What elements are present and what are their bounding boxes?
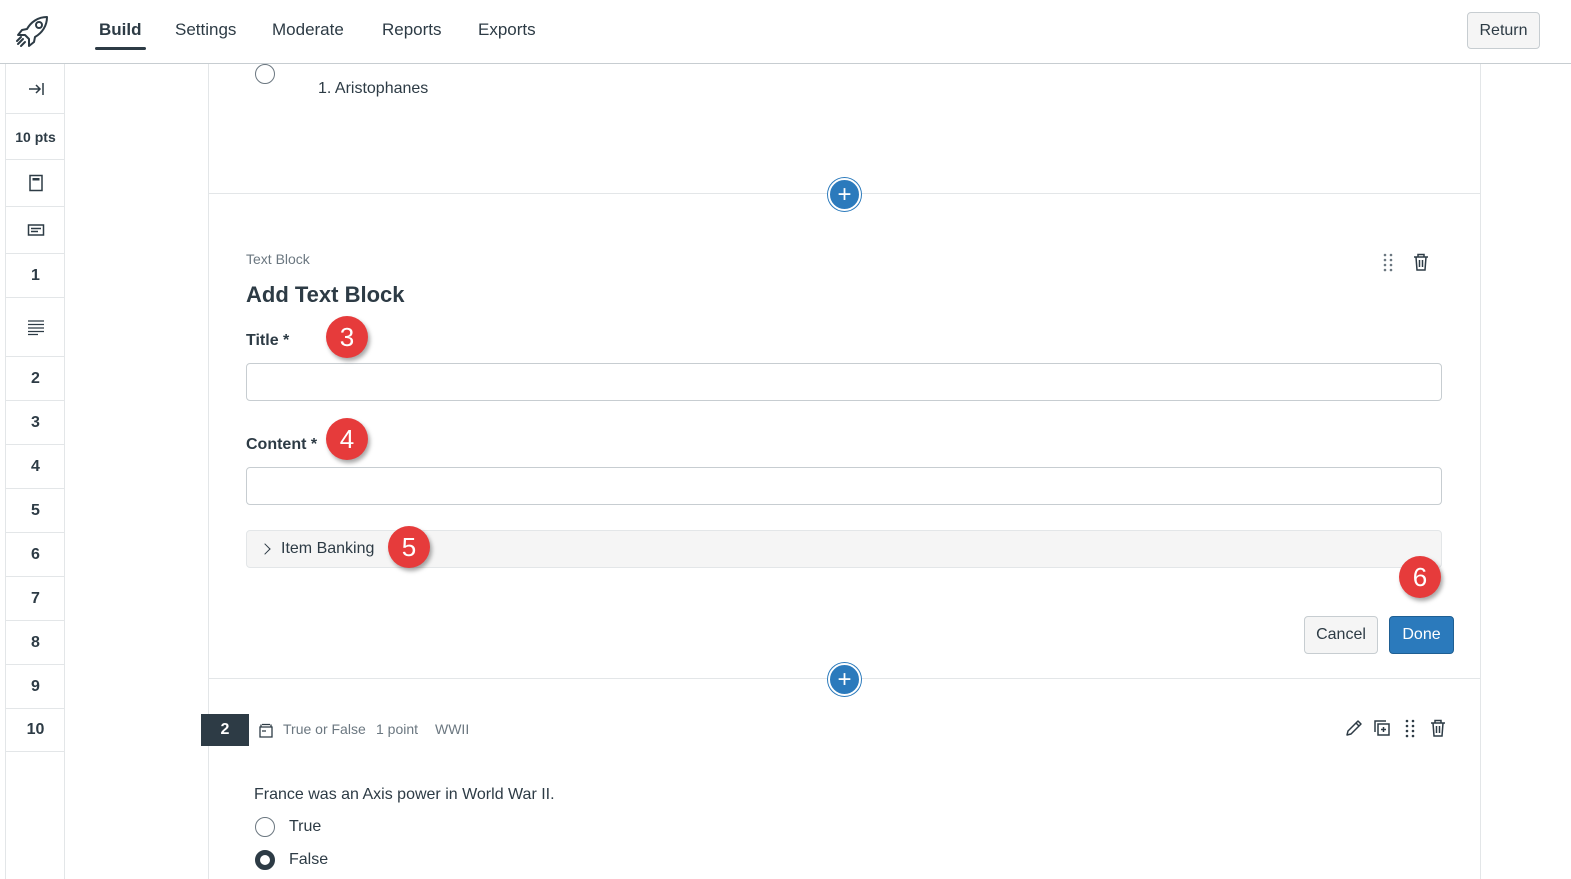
question-points: 1 point <box>376 721 419 737</box>
text-block-heading: Add Text Block <box>246 282 405 307</box>
tab-settings[interactable]: Settings <box>175 20 236 48</box>
callout-badge-6: 6 <box>1399 556 1441 598</box>
answer-label-true: True <box>289 818 322 835</box>
title-input[interactable] <box>246 363 1442 401</box>
rail-item-quiz-card[interactable] <box>6 160 65 207</box>
paragraph-lines-icon <box>27 320 44 336</box>
question-prompt: France was an Axis power in World War II… <box>254 786 555 803</box>
trash-icon[interactable] <box>1411 252 1431 272</box>
return-button[interactable]: Return <box>1467 12 1540 49</box>
plus-icon: + <box>837 665 852 693</box>
add-item-button[interactable]: + <box>828 178 861 211</box>
quiz-build-area: 1. Aristophanes + Text Block Add Text Bl… <box>208 64 1481 879</box>
rail-item-question-1[interactable]: 1 <box>6 254 65 298</box>
rail-item-text-block[interactable] <box>6 207 65 254</box>
rail-item-question-3[interactable]: 3 <box>6 401 65 445</box>
cancel-button[interactable]: Cancel <box>1304 616 1378 654</box>
chevron-right-icon <box>259 543 271 555</box>
answer-label: 1. Aristophanes <box>318 80 429 97</box>
callout-badge-3: 3 <box>326 316 368 358</box>
rail-item-question-2[interactable]: 2 <box>6 357 65 401</box>
done-button[interactable]: Done <box>1389 616 1454 654</box>
callout-badge-4: 4 <box>326 418 368 460</box>
rail-item-question-8[interactable]: 8 <box>6 621 65 665</box>
answer-radio-false[interactable] <box>255 850 275 870</box>
tab-moderate[interactable]: Moderate <box>272 20 344 48</box>
item-type-label: Text Block <box>246 251 310 267</box>
question-navigation-rail: 10 pts 1 2 3 4 5 6 7 8 9 10 <box>5 64 65 879</box>
answer-radio[interactable] <box>255 64 275 84</box>
content-input[interactable] <box>246 467 1442 505</box>
rail-item-question-9[interactable]: 9 <box>6 665 65 709</box>
answer-label-false: False <box>289 851 329 868</box>
text-block-icon <box>27 224 44 236</box>
plus-icon: + <box>837 180 852 208</box>
duplicate-icon[interactable] <box>1372 718 1392 738</box>
tab-reports[interactable]: Reports <box>382 20 442 48</box>
rail-item-stimulus[interactable] <box>6 298 65 357</box>
content-label: Content * <box>246 436 318 453</box>
drag-handle-icon[interactable] <box>1404 718 1416 738</box>
add-item-button[interactable]: + <box>828 663 861 696</box>
answer-radio-true[interactable] <box>255 817 275 837</box>
drag-handle-icon[interactable] <box>1382 252 1394 272</box>
tab-build[interactable]: Build <box>95 20 145 50</box>
item-bank-icon <box>259 723 273 738</box>
rail-item-question-4[interactable]: 4 <box>6 445 65 489</box>
collapse-rail-button[interactable] <box>6 64 65 114</box>
rail-item-question-10[interactable]: 10 <box>6 709 65 752</box>
document-icon <box>28 174 43 192</box>
rail-item-question-6[interactable]: 6 <box>6 533 65 577</box>
question-tag: WWII <box>435 721 470 737</box>
question-number-badge: 2 <box>201 714 249 746</box>
tab-exports[interactable]: Exports <box>478 20 536 48</box>
top-navigation: Build Settings Moderate Reports Exports … <box>0 0 1571 64</box>
title-label: Title * <box>246 332 290 349</box>
question-type: True or False <box>283 721 366 737</box>
rail-item-question-5[interactable]: 5 <box>6 489 65 533</box>
item-banking-label: Item Banking <box>281 540 375 557</box>
pencil-icon[interactable] <box>1344 718 1364 738</box>
collapse-arrow-icon <box>28 82 44 95</box>
rail-item-question-7[interactable]: 7 <box>6 577 65 621</box>
callout-badge-5: 5 <box>388 526 430 568</box>
rocket-icon[interactable] <box>14 12 52 50</box>
trash-icon[interactable] <box>1428 718 1448 738</box>
total-points: 10 pts <box>6 114 65 160</box>
